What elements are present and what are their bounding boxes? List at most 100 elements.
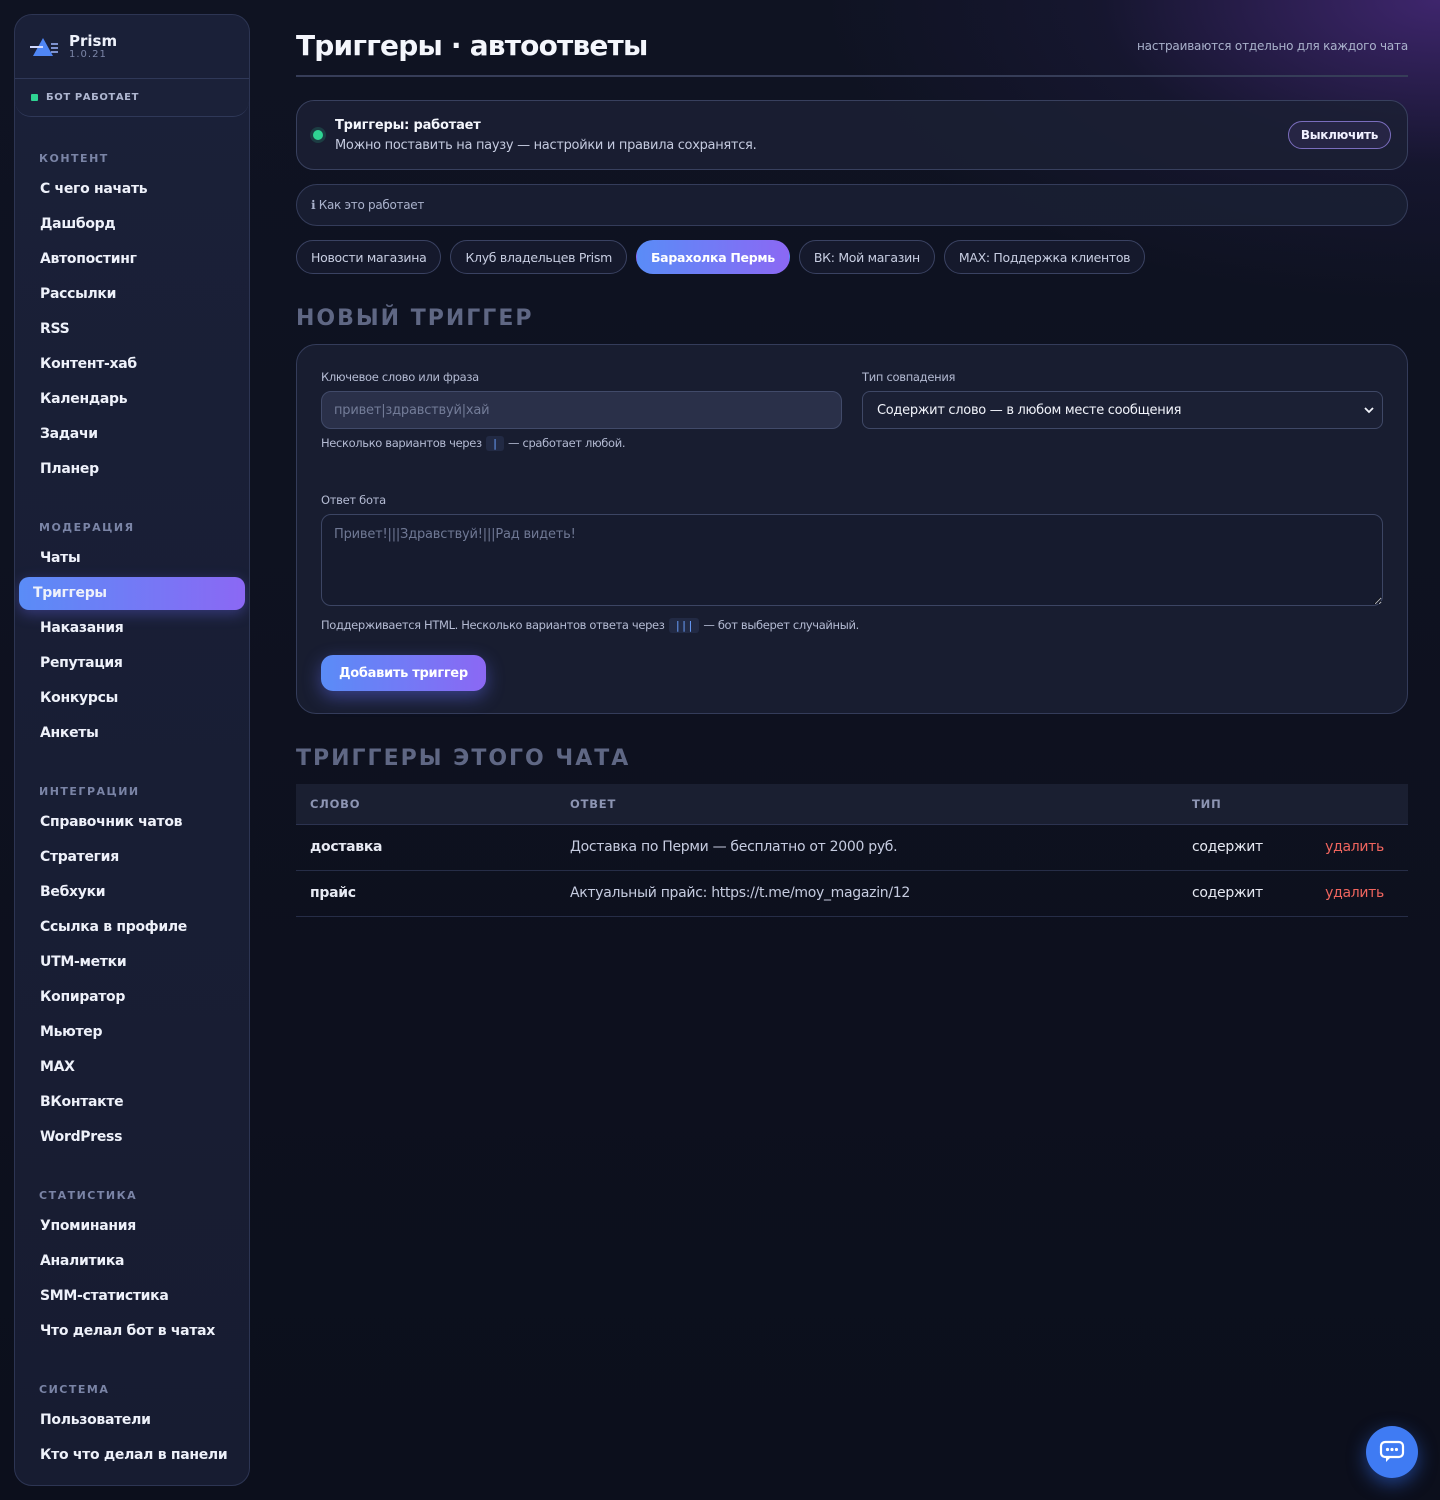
keyword-separator-code: |	[485, 436, 505, 451]
status-ok-icon	[313, 130, 323, 140]
keyword-help: Несколько вариантов через | — сработает лю…	[321, 436, 626, 451]
sidebar-item[interactable]: Аналитика	[19, 1245, 245, 1278]
sidebar-item[interactable]: UTM-метки	[19, 946, 245, 979]
keyword-help-text: Несколько вариантов через	[321, 436, 482, 450]
page-header: Триггеры · автоответы настраиваются отде…	[296, 0, 1408, 77]
match-type-label: Тип совпадения	[862, 370, 956, 384]
chat-tab[interactable]: Барахолка Пермь	[635, 240, 790, 274]
sidebar-item[interactable]: Мьютер	[19, 1016, 245, 1049]
reply-textarea[interactable]	[321, 514, 1383, 606]
support-chat-button[interactable]	[1366, 1426, 1418, 1478]
sidebar-item[interactable]: Конкурсы	[19, 682, 245, 715]
main-content: Триггеры · автоответы настраиваются отде…	[296, 0, 1408, 917]
trigger-answer: Актуальный прайс: https://t.me/moy_magaz…	[556, 870, 1178, 917]
sidebar-item[interactable]: Что делал бот в чатах	[19, 1315, 245, 1348]
brand[interactable]: Prism 1.0.21	[15, 15, 249, 79]
sidebar-item[interactable]: SMM-статистика	[19, 1280, 245, 1313]
sidebar-item[interactable]: Чаты	[19, 542, 245, 575]
prism-logo-icon	[30, 37, 58, 56]
page-hint: настраиваются отдельно для каждого чата	[1137, 39, 1408, 53]
column-header-answer: ОТВЕТ	[556, 784, 1178, 825]
sidebar-item[interactable]: ВКонтакте	[19, 1086, 245, 1119]
sidebar-item[interactable]: Анкеты	[19, 717, 245, 750]
sidebar-item[interactable]: WordPress	[19, 1121, 245, 1154]
sidebar-item[interactable]: Календарь	[19, 383, 245, 416]
sidebar-item[interactable]: Ссылка в профиле	[19, 911, 245, 944]
trigger-word: прайс	[296, 870, 556, 917]
sidebar-item[interactable]: Дашборд	[19, 208, 245, 241]
sidebar-item[interactable]: Вебхуки	[19, 876, 245, 909]
trigger-type: содержит	[1178, 824, 1298, 871]
sidebar-item[interactable]: С чего начать	[19, 173, 245, 206]
chevron-down-icon	[1364, 407, 1374, 414]
column-header-word: СЛОВО	[296, 784, 556, 825]
nav-section: СИСТЕМА Пользователи Кто что делал в панел…	[15, 1376, 249, 1472]
status-indicator-icon	[31, 94, 38, 101]
reply-help: Поддерживается HTML. Несколько вариантов…	[321, 618, 859, 633]
trigger-word: доставка	[296, 824, 556, 871]
sidebar-item[interactable]: MAX	[19, 1051, 245, 1084]
sidebar-item[interactable]: Пользователи	[19, 1404, 245, 1437]
nav-section: КОНТЕНТ С чего начать Дашборд Автопостинг Ра…	[15, 145, 249, 486]
match-type-value: Содержит слово — в любом месте сообщения	[877, 402, 1182, 418]
sidebar-item[interactable]: Справочник чатов	[19, 806, 245, 839]
new-trigger-title: НОВЫЙ ТРИГГЕР	[296, 306, 534, 331]
nav-section: ИНТЕГРАЦИИ Справочник чатов Стратегия Вебху…	[15, 778, 249, 1154]
status-subtitle: Можно поставить на паузу — настройки и п…	[335, 137, 757, 153]
page-title: Триггеры · автоответы	[296, 29, 648, 62]
nav-section-title: ИНТЕГРАЦИИ	[39, 785, 140, 798]
keyword-help-text-end: — сработает любой.	[508, 436, 626, 450]
bot-status: БОТ РАБОТАЕТ	[15, 79, 249, 117]
sidebar-item[interactable]: Упоминания	[19, 1210, 245, 1243]
delete-link[interactable]: удалить	[1298, 870, 1408, 917]
brand-name: Prism	[69, 31, 118, 50]
chat-bubble-icon	[1379, 1440, 1405, 1462]
reply-label: Ответ бота	[321, 493, 386, 507]
sidebar: Prism 1.0.21 БОТ РАБОТАЕТ КОНТЕНТ С чего …	[14, 14, 250, 1486]
sidebar-item[interactable]: Автопостинг	[19, 243, 245, 276]
chat-tabs: Новости магазина Клуб владельцев Prism Бар…	[296, 240, 1408, 274]
trigger-answer: Доставка по Перми — бесплатно от 2000 ру…	[556, 824, 1178, 871]
chat-tab[interactable]: Новости магазина	[296, 240, 442, 274]
status-title: Триггеры: работает	[335, 117, 481, 133]
table-header-row: СЛОВО ОТВЕТ ТИП	[296, 784, 1408, 825]
sidebar-item[interactable]: Рассылки	[19, 278, 245, 311]
sidebar-item[interactable]: Планер	[19, 453, 245, 486]
sidebar-item[interactable]: Триггеры	[19, 577, 245, 610]
keyword-label: Ключевое слово или фраза	[321, 370, 479, 384]
nav-section: МОДЕРАЦИЯ Чаты Триггеры Наказания Репутация К…	[15, 514, 249, 750]
table-row: прайс Актуальный прайс: https://t.me/moy_…	[296, 870, 1408, 917]
brand-version: 1.0.21	[69, 48, 107, 60]
sidebar-item[interactable]: Кто что делал в панели	[19, 1439, 245, 1472]
how-it-works-toggle[interactable]: ℹ Как это работает	[296, 184, 1408, 226]
chat-tab[interactable]: ВК: Мой магазин	[798, 240, 935, 274]
sidebar-item[interactable]: Стратегия	[19, 841, 245, 874]
trigger-type: содержит	[1178, 870, 1298, 917]
sidebar-item[interactable]: Контент-хаб	[19, 348, 245, 381]
column-header-actions	[1298, 784, 1408, 825]
sidebar-item[interactable]: Задачи	[19, 418, 245, 451]
chat-triggers-title: ТРИГГЕРЫ ЭТОГО ЧАТА	[296, 746, 631, 771]
sidebar-item[interactable]: RSS	[19, 313, 245, 346]
add-trigger-button[interactable]: Добавить триггер	[321, 655, 486, 691]
nav-section: СТАТИСТИКА Упоминания Аналитика SMM-статист…	[15, 1182, 249, 1348]
disable-button[interactable]: Выключить	[1287, 121, 1391, 149]
chat-tab[interactable]: MAX: Поддержка клиентов	[943, 240, 1146, 274]
match-type-select[interactable]: Содержит слово — в любом месте сообщения	[862, 391, 1383, 429]
nav-section-title: КОНТЕНТ	[39, 152, 109, 165]
chat-tab[interactable]: Клуб владельцев Prism	[450, 240, 627, 274]
nav-section-title: СИСТЕМА	[39, 1383, 110, 1396]
sidebar-item[interactable]: Репутация	[19, 647, 245, 680]
reply-help-text: Поддерживается HTML. Несколько вариантов…	[321, 618, 665, 632]
reply-help-text-end: — бот выберет случайный.	[703, 618, 859, 632]
sidebar-item[interactable]: Наказания	[19, 612, 245, 645]
table-row: доставка Доставка по Перми — бесплатно от…	[296, 824, 1408, 871]
keyword-input[interactable]	[321, 391, 842, 429]
nav-section-title: МОДЕРАЦИЯ	[39, 521, 135, 534]
sidebar-nav: КОНТЕНТ С чего начать Дашборд Автопостинг Ра…	[15, 117, 249, 1472]
delete-link[interactable]: удалить	[1298, 824, 1408, 871]
sidebar-item[interactable]: Копиратор	[19, 981, 245, 1014]
module-status-card: Триггеры: работает Можно поставить на па…	[296, 100, 1408, 170]
triggers-table: СЛОВО ОТВЕТ ТИП доставка Доставка по Перм…	[296, 784, 1408, 917]
bot-status-label: БОТ РАБОТАЕТ	[46, 92, 140, 103]
